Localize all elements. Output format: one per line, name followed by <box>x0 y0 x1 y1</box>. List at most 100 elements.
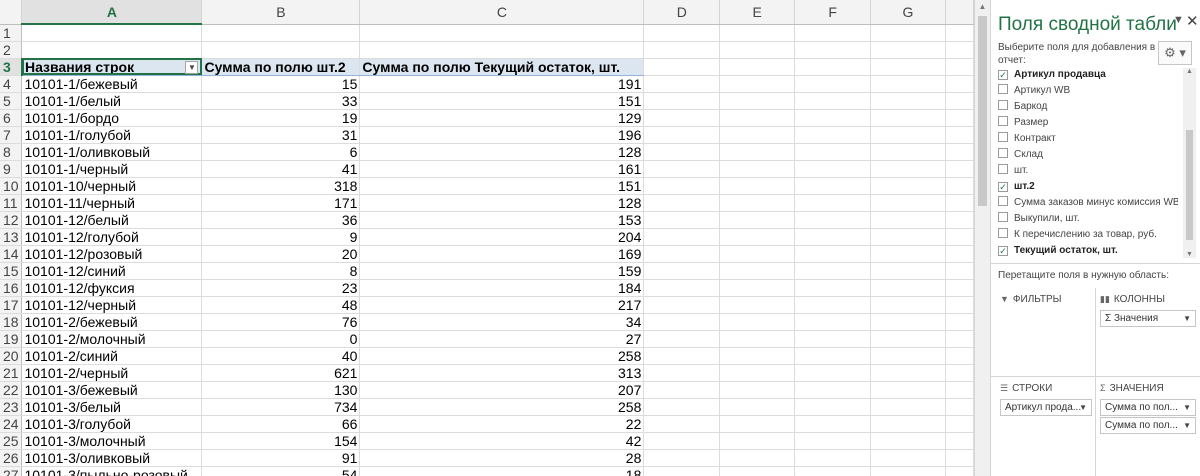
cell[interactable] <box>201 41 361 59</box>
cell[interactable] <box>870 194 946 212</box>
stock-value-cell[interactable]: 27 <box>359 330 645 348</box>
cell[interactable] <box>794 449 872 467</box>
cell[interactable] <box>719 381 796 399</box>
cell[interactable] <box>794 24 872 42</box>
cell[interactable] <box>643 177 721 195</box>
row-label-cell[interactable]: 10101-12/розовый <box>21 245 203 263</box>
spreadsheet-grid[interactable]: A B C D E F G 1 2 3 Названия строк ▼ Сум… <box>0 0 974 476</box>
cell[interactable] <box>719 75 796 93</box>
cell[interactable] <box>719 432 796 450</box>
cell[interactable] <box>794 296 872 314</box>
qty-value-cell[interactable]: 66 <box>201 415 361 433</box>
cell[interactable] <box>643 58 721 76</box>
cell[interactable] <box>643 109 721 127</box>
chevron-down-icon[interactable]: ▼ <box>1183 418 1191 433</box>
scroll-up-icon[interactable]: ▲ <box>1183 68 1196 75</box>
qty-value-cell[interactable]: 40 <box>201 347 361 365</box>
filter-dropdown-icon[interactable]: ▼ <box>185 60 199 74</box>
stock-value-cell[interactable]: 42 <box>359 432 645 450</box>
cell[interactable] <box>945 279 974 297</box>
cell[interactable] <box>719 92 796 110</box>
stock-value-cell[interactable]: 129 <box>359 109 645 127</box>
row-label-cell[interactable]: 10101-2/черный <box>21 364 203 382</box>
cell[interactable] <box>794 228 872 246</box>
cell[interactable] <box>794 398 872 416</box>
row-header[interactable]: 17 <box>0 296 23 314</box>
cell[interactable] <box>945 177 974 195</box>
stock-value-cell[interactable]: 153 <box>359 211 645 229</box>
cell[interactable] <box>945 92 974 110</box>
stock-value-cell[interactable]: 313 <box>359 364 645 382</box>
cell[interactable] <box>870 262 946 280</box>
row-header[interactable]: 10 <box>0 177 23 195</box>
cell[interactable] <box>201 24 361 42</box>
row-header[interactable]: 11 <box>0 194 23 212</box>
field-item[interactable]: К перечислению за товар, руб. <box>998 227 1178 243</box>
cell[interactable] <box>719 177 796 195</box>
cell[interactable] <box>945 194 974 212</box>
row-label-cell[interactable]: 10101-12/фуксия <box>21 279 203 297</box>
cell[interactable] <box>870 330 946 348</box>
cell[interactable] <box>945 364 974 382</box>
qty-value-cell[interactable]: 54 <box>201 466 361 476</box>
column-header-f[interactable]: F <box>794 0 872 25</box>
cell[interactable] <box>870 160 946 178</box>
cell[interactable] <box>945 143 974 161</box>
stock-value-cell[interactable]: 22 <box>359 415 645 433</box>
cell[interactable] <box>794 92 872 110</box>
qty-value-cell[interactable]: 23 <box>201 279 361 297</box>
row-label-cell[interactable]: 10101-1/голубой <box>21 126 203 144</box>
cell[interactable] <box>719 24 796 42</box>
cell[interactable] <box>643 330 721 348</box>
cell[interactable] <box>719 398 796 416</box>
cell[interactable] <box>794 432 872 450</box>
cell[interactable] <box>870 466 946 476</box>
stock-value-cell[interactable]: 191 <box>359 75 645 93</box>
cell[interactable] <box>870 381 946 399</box>
stock-value-cell[interactable]: 196 <box>359 126 645 144</box>
stock-value-cell[interactable]: 151 <box>359 177 645 195</box>
qty-value-cell[interactable]: 33 <box>201 92 361 110</box>
qty-value-cell[interactable]: 0 <box>201 330 361 348</box>
cell[interactable] <box>643 211 721 229</box>
row-header[interactable]: 26 <box>0 449 23 467</box>
cell[interactable] <box>794 194 872 212</box>
cell[interactable] <box>794 381 872 399</box>
cell[interactable] <box>945 160 974 178</box>
cell[interactable] <box>945 313 974 331</box>
cell[interactable] <box>945 228 974 246</box>
column-header-b[interactable]: B <box>201 0 361 25</box>
row-label-cell[interactable]: 10101-3/белый <box>21 398 203 416</box>
cell[interactable] <box>870 109 946 127</box>
cell[interactable] <box>643 381 721 399</box>
gear-icon[interactable]: ⚙ ▾ <box>1158 41 1192 65</box>
row-header[interactable]: 14 <box>0 245 23 263</box>
row-header[interactable]: 15 <box>0 262 23 280</box>
cell[interactable] <box>945 466 974 476</box>
row-header[interactable]: 20 <box>0 347 23 365</box>
cell[interactable] <box>794 262 872 280</box>
row-label-cell[interactable]: 10101-2/бежевый <box>21 313 203 331</box>
cell[interactable] <box>719 313 796 331</box>
cell[interactable] <box>870 177 946 195</box>
cell[interactable] <box>870 347 946 365</box>
cell[interactable] <box>643 449 721 467</box>
qty-value-cell[interactable]: 41 <box>201 160 361 178</box>
stock-value-cell[interactable]: 217 <box>359 296 645 314</box>
row-label-cell[interactable]: 10101-11/черный <box>21 194 203 212</box>
cell[interactable] <box>719 330 796 348</box>
cell[interactable] <box>719 262 796 280</box>
cell[interactable] <box>870 75 946 93</box>
field-item[interactable]: Контракт <box>998 131 1178 147</box>
cell[interactable] <box>870 432 946 450</box>
stock-value-cell[interactable]: 161 <box>359 160 645 178</box>
cell[interactable] <box>870 143 946 161</box>
stock-value-cell[interactable]: 128 <box>359 194 645 212</box>
cell[interactable] <box>643 466 721 476</box>
cell[interactable] <box>643 160 721 178</box>
row-header[interactable]: 21 <box>0 364 23 382</box>
checkbox-checked-icon[interactable]: ✓ <box>998 70 1008 80</box>
checkbox-icon[interactable] <box>998 212 1008 222</box>
cell[interactable] <box>643 245 721 263</box>
cell[interactable] <box>21 41 203 59</box>
